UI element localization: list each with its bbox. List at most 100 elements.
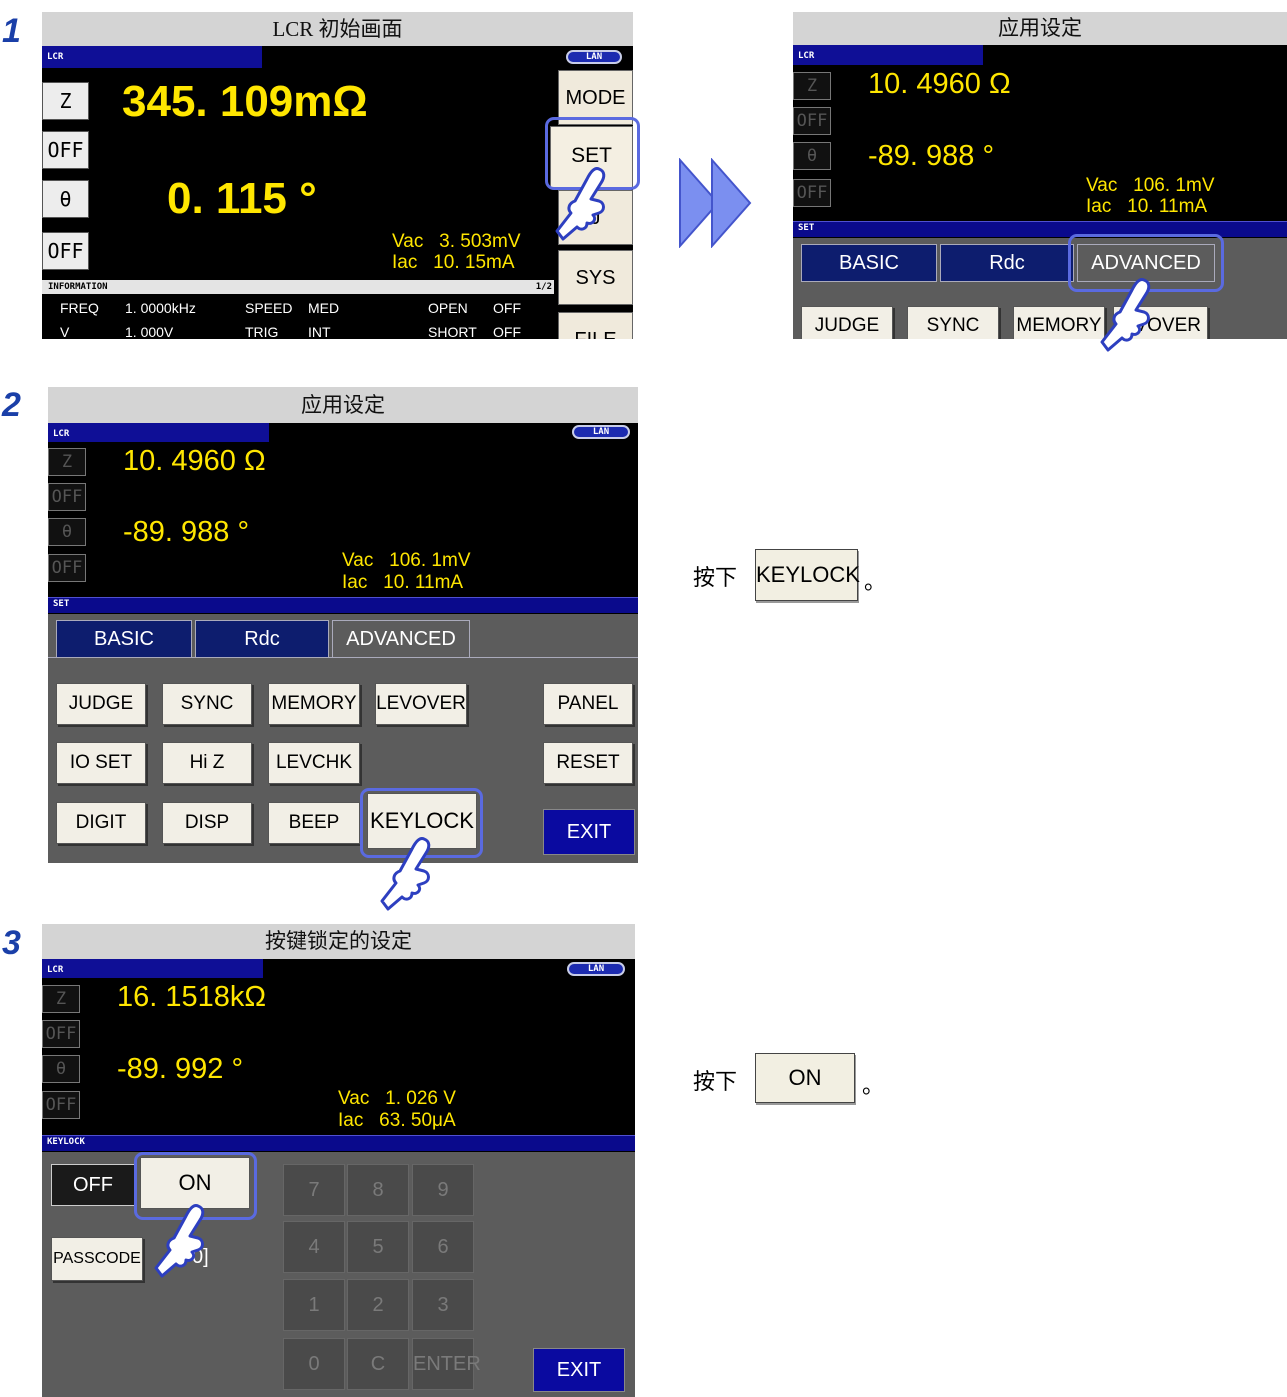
sync-button[interactable]: SYNC [162,683,252,725]
info-cell: OFF [493,300,521,316]
param-off-button[interactable]: OFF [793,107,831,135]
info-cell: SPEED [245,300,293,316]
instruction-period: 。 [862,1074,885,1099]
keylock-bar-label: KEYLOCK [47,1137,85,1147]
param1-button[interactable]: Z [42,985,80,1013]
hand-pointer-icon [555,167,606,241]
hand-pointer-icon [1100,278,1151,352]
panel-button[interactable]: PANEL [543,683,633,725]
sys-button[interactable]: SYS [558,250,633,305]
tab-basic[interactable]: BASIC [801,244,937,282]
file-button[interactable]: FILE [558,312,633,339]
memory-button[interactable]: MEMORY [1013,306,1105,339]
key-enter[interactable]: ENTER [412,1338,481,1390]
param-off-button[interactable]: OFF [42,131,89,169]
step-number-1: 1 [2,12,21,50]
key-6[interactable]: 6 [412,1221,474,1273]
param2-button[interactable]: θ [48,518,86,546]
set-bar-label: SET [798,223,815,233]
info-cell: FREQ [60,300,99,316]
tab-rdc[interactable]: Rdc [195,620,329,658]
tab-basic[interactable]: BASIC [56,620,192,658]
screen-title: LCR 初始画面 [42,12,633,46]
disp-button[interactable]: DISP [162,802,252,844]
io-set-button[interactable]: IO SET [56,742,146,784]
keylock-inline-button: KEYLOCK [755,549,860,601]
param-off-button-2[interactable]: OFF [42,232,89,270]
hand-pointer-icon [380,837,431,911]
instruction-press: 按下 [693,566,738,591]
mode-tag: LCR [798,51,815,61]
key-3[interactable]: 3 [412,1279,474,1331]
hi-z-button[interactable]: Hi Z [162,742,252,784]
param2-button[interactable]: θ [42,1055,80,1083]
info-cell: MED [308,300,340,316]
info-cell: INT [308,324,331,339]
key-1[interactable]: 1 [283,1279,345,1331]
primary-value: 16. 1518kΩ [117,981,267,1013]
secondary-value: -89. 988 ° [123,516,250,548]
keylock-off-button[interactable]: OFF [51,1164,135,1206]
info-cell: 1. 0000kHz [125,300,196,316]
param-off-button[interactable]: OFF [42,1020,80,1048]
primary-value: 345. 109mΩ [122,77,368,126]
set-bar-label: SET [53,599,70,609]
screen-title: 应用设定 [793,12,1287,45]
step-number-3: 3 [2,924,21,962]
info-cell: 1. 000V [125,324,174,339]
judge-button[interactable]: JUDGE [56,683,146,725]
primary-value: 10. 4960 Ω [868,68,1011,100]
info-label: INFORMATION [48,282,108,292]
param2-button[interactable]: θ [793,142,831,170]
digit-button[interactable]: DIGIT [56,802,146,844]
mode-tag: LCR [53,429,70,439]
key-7[interactable]: 7 [283,1164,345,1216]
key-9[interactable]: 9 [412,1164,474,1216]
instruction-period: 。 [864,570,887,595]
judge-button[interactable]: JUDGE [801,306,893,339]
lan-indicator: LAN [572,425,630,439]
key-8[interactable]: 8 [347,1164,409,1216]
param2-button[interactable]: θ [42,180,89,218]
key-5[interactable]: 5 [347,1221,409,1273]
screen-title: 应用设定 [48,387,638,423]
memory-button[interactable]: MEMORY [268,683,360,725]
param-off-button-2[interactable]: OFF [42,1091,80,1119]
key-clear[interactable]: C [347,1338,409,1390]
tab-advanced[interactable]: ADVANCED [332,620,470,658]
param-off-button[interactable]: OFF [48,483,86,511]
param1-button[interactable]: Z [48,448,86,476]
vac-monitor: Vac 3. 503mV [392,231,521,252]
info-cell: V [60,324,70,339]
step-number-2: 2 [2,386,21,424]
iac-monitor: Iac 10. 15mA [392,252,515,273]
levchk-button[interactable]: LEVCHK [268,742,360,784]
key-4[interactable]: 4 [283,1221,345,1273]
info-cell: SHORT [428,324,477,339]
vac-monitor: Vac 106. 1mV [1086,175,1215,196]
param1-button[interactable]: Z [793,72,831,100]
vac-monitor: Vac 1. 026 V [338,1088,456,1109]
passcode-button[interactable]: PASSCODE [51,1237,143,1281]
exit-button[interactable]: EXIT [533,1348,625,1392]
primary-value: 10. 4960 Ω [123,445,266,477]
param-off-button-2[interactable]: OFF [48,554,86,582]
lan-indicator: LAN [566,50,622,64]
exit-button[interactable]: EXIT [543,809,635,855]
iac-monitor: Iac 63. 50μA [338,1110,456,1131]
tab-rdc[interactable]: Rdc [940,244,1074,282]
secondary-value: -89. 992 ° [117,1053,244,1085]
key-0[interactable]: 0 [283,1338,345,1390]
info-cell: OPEN [428,300,468,316]
sync-button[interactable]: SYNC [907,306,999,339]
vac-monitor: Vac 106. 1mV [342,550,471,571]
levover-button[interactable]: LEVOVER [375,683,467,725]
info-table: FREQ 1. 0000kHz SPEED MED OPEN OFF V 1. … [42,294,554,339]
beep-button[interactable]: BEEP [268,802,360,844]
param1-button[interactable]: Z [42,82,89,120]
iac-monitor: Iac 10. 11mA [342,572,464,593]
key-2[interactable]: 2 [347,1279,409,1331]
advanced-settings-screen: 应用设定 LCR LAN Z 10. 4960 Ω OFF θ -89. 988… [48,387,638,863]
param-off-button-2[interactable]: OFF [793,179,831,207]
reset-button[interactable]: RESET [543,742,633,784]
